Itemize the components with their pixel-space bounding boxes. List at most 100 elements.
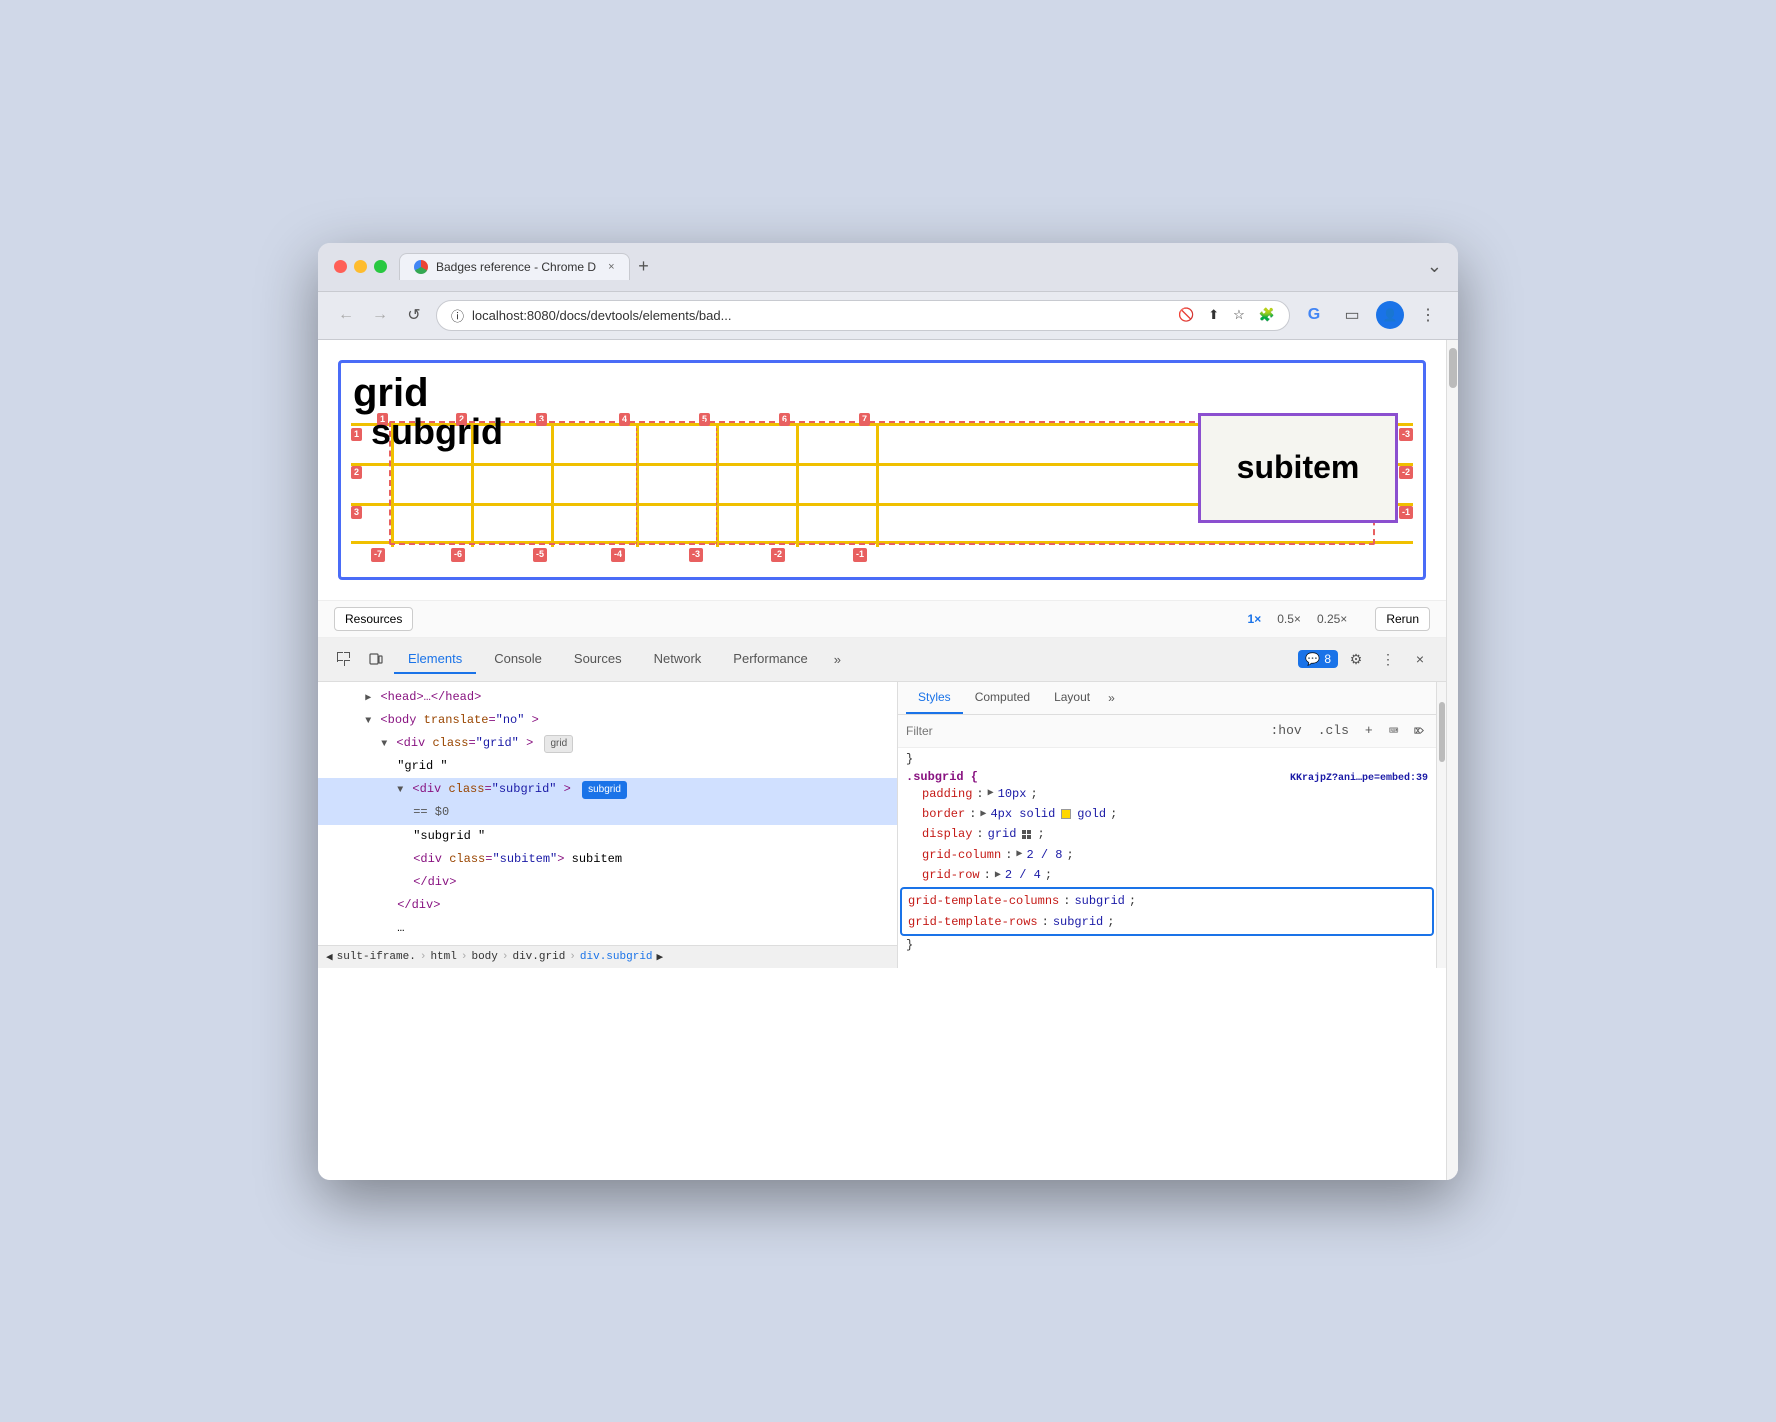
- tab-performance[interactable]: Performance: [719, 645, 821, 674]
- styles-content: } .subgrid { KKrajpZ?ani…pe=embed:39: [898, 748, 1436, 968]
- inspect-cursor-icon[interactable]: [330, 645, 358, 673]
- side-panel-icon[interactable]: ▭: [1338, 301, 1366, 329]
- share-icon[interactable]: ⬆: [1208, 307, 1219, 323]
- div-subitem-line[interactable]: <div class="subitem"> subitem: [318, 848, 897, 871]
- profile-icon[interactable]: 👤: [1376, 301, 1404, 329]
- styles-filter-input[interactable]: [906, 724, 1258, 738]
- badge-count: 8: [1324, 652, 1331, 666]
- tab-elements[interactable]: Elements: [394, 645, 476, 674]
- elements-tree[interactable]: ▶ <head>…</head> ▼ <body translate="no" …: [318, 682, 897, 945]
- bookmark-icon[interactable]: ☆: [1233, 307, 1245, 323]
- div-subgrid-line[interactable]: ▼ <div class="subgrid" > subgrid: [318, 778, 897, 801]
- zoom-025x[interactable]: 0.25×: [1313, 610, 1351, 628]
- badge-neg5: -5: [533, 548, 547, 562]
- url-bar[interactable]: ⓘ localhost:8080/docs/devtools/elements/…: [436, 300, 1290, 331]
- breadcrumb-divsubgrid[interactable]: div.subgrid: [580, 951, 653, 963]
- tab-network[interactable]: Network: [640, 645, 716, 674]
- breadcrumb-sult-iframe[interactable]: sult-iframe.: [337, 951, 416, 963]
- selector-text: .subgrid {: [906, 770, 978, 784]
- new-tab-button[interactable]: +: [630, 253, 658, 281]
- html-head-line[interactable]: ▶ <head>…</head>: [318, 686, 897, 709]
- prop-display: display : grid ;: [906, 824, 1428, 844]
- right-scrollbar[interactable]: [1436, 682, 1446, 968]
- badge-row2: 2: [351, 466, 362, 480]
- close-div-2[interactable]: </div>: [318, 894, 897, 917]
- refresh-button[interactable]: ↺: [402, 303, 426, 327]
- devtools-more-button[interactable]: ⋮: [1374, 645, 1402, 673]
- badge-rowneg1: -1: [1399, 506, 1413, 520]
- chat-icon: 💬: [1305, 652, 1320, 666]
- page-scrollbar[interactable]: [1446, 340, 1458, 1180]
- page-scroll-thumb[interactable]: [1449, 348, 1457, 388]
- devtools-panel: Elements Console Sources Network Perform…: [318, 638, 1446, 968]
- badge-rowneg2: -2: [1399, 466, 1413, 480]
- rule-source[interactable]: KKrajpZ?ani…pe=embed:39: [1290, 773, 1428, 784]
- forward-button[interactable]: →: [368, 303, 392, 327]
- rule-selector: .subgrid { KKrajpZ?ani…pe=embed:39: [906, 770, 1428, 784]
- close-div-1[interactable]: </div>: [318, 871, 897, 894]
- grid-text-line[interactable]: "grid ": [318, 755, 897, 778]
- breadcrumb-body[interactable]: body: [471, 951, 497, 963]
- tab-title: Badges reference - Chrome D: [436, 260, 596, 274]
- viz-toolbar: Resources 1× 0.5× 0.25× Rerun: [318, 600, 1446, 638]
- zoom-1x[interactable]: 1×: [1244, 610, 1266, 628]
- eye-slash-icon[interactable]: 🚫: [1178, 307, 1194, 323]
- breadcrumb-right[interactable]: ▶: [657, 950, 664, 964]
- subgrid-inner-v1: [636, 428, 637, 545]
- subitem-label: subitem: [1237, 449, 1360, 486]
- tab-styles[interactable]: Styles: [906, 682, 963, 714]
- div-grid-line[interactable]: ▼ <div class="grid" > grid: [318, 732, 897, 755]
- url-text: localhost:8080/docs/devtools/elements/ba…: [472, 308, 731, 323]
- new-style-rule-icon[interactable]: ⌦: [1410, 719, 1428, 743]
- close-button[interactable]: [334, 260, 347, 273]
- tab-computed[interactable]: Computed: [963, 682, 1042, 714]
- google-icon[interactable]: G: [1300, 301, 1328, 329]
- prop-grid-row: grid-row : ▶ 2 / 4 ;: [906, 865, 1428, 885]
- zoom-05x[interactable]: 0.5×: [1273, 610, 1305, 628]
- chrome-icon: [414, 260, 428, 274]
- badge-neg3: -3: [689, 548, 703, 562]
- tabs-more-button[interactable]: »: [826, 648, 849, 671]
- active-tab[interactable]: Badges reference - Chrome D ×: [399, 253, 630, 280]
- tab-console[interactable]: Console: [480, 645, 556, 674]
- gold-color-swatch[interactable]: [1061, 809, 1071, 819]
- hov-button[interactable]: :hov: [1266, 721, 1305, 740]
- styles-more-button[interactable]: »: [1102, 683, 1121, 713]
- menu-icon[interactable]: ⋮: [1414, 301, 1442, 329]
- back-button[interactable]: ←: [334, 303, 358, 327]
- minimize-button[interactable]: [354, 260, 367, 273]
- subgrid-inner-v2: [716, 428, 717, 545]
- subgrid-text-line[interactable]: "subgrid ": [318, 825, 897, 848]
- maximize-button[interactable]: [374, 260, 387, 273]
- devtools-close-button[interactable]: ×: [1406, 645, 1434, 673]
- breadcrumb-bar: ◀ sult-iframe. › html › body › div.grid …: [318, 945, 897, 968]
- grid-display-icon[interactable]: [1022, 830, 1031, 839]
- badge-row1: 1: [351, 428, 362, 442]
- resources-button[interactable]: Resources: [334, 607, 413, 631]
- tab-close-icon[interactable]: ×: [608, 261, 614, 273]
- badge-neg4: -4: [611, 548, 625, 562]
- breadcrumb-html[interactable]: html: [430, 951, 456, 963]
- breadcrumb-divgrid[interactable]: div.grid: [512, 951, 565, 963]
- extensions-icon[interactable]: 🧩: [1259, 307, 1275, 323]
- tabs-bar: Badges reference - Chrome D × +: [399, 253, 1415, 281]
- settings-button[interactable]: ⚙: [1342, 645, 1370, 673]
- ellipsis-line[interactable]: …: [318, 917, 897, 940]
- cls-button[interactable]: .cls: [1314, 721, 1353, 740]
- breadcrumb-left[interactable]: ◀: [326, 950, 333, 964]
- tab-sources[interactable]: Sources: [560, 645, 636, 674]
- prop-grid-column: grid-column : ▶ 2 / 8 ;: [906, 845, 1428, 865]
- subgrid-text: subgrid: [371, 411, 503, 453]
- tab-layout[interactable]: Layout: [1042, 682, 1102, 714]
- url-bar-actions: 🚫 ⬆ ☆ 🧩: [1178, 307, 1275, 323]
- rerun-button[interactable]: Rerun: [1375, 607, 1430, 631]
- html-body-line[interactable]: ▼ <body translate="no" >: [318, 709, 897, 732]
- chat-badge[interactable]: 💬 8: [1298, 650, 1338, 668]
- scrollbar-thumb[interactable]: [1439, 702, 1445, 762]
- force-state-icon[interactable]: ⌨: [1385, 719, 1403, 743]
- device-toggle-icon[interactable]: [362, 645, 390, 673]
- add-style-button[interactable]: +: [1361, 721, 1377, 740]
- badge-neg7: -7: [371, 548, 385, 562]
- badge-rowneg3: -3: [1399, 428, 1413, 442]
- window-dropdown[interactable]: ⌄: [1427, 256, 1442, 277]
